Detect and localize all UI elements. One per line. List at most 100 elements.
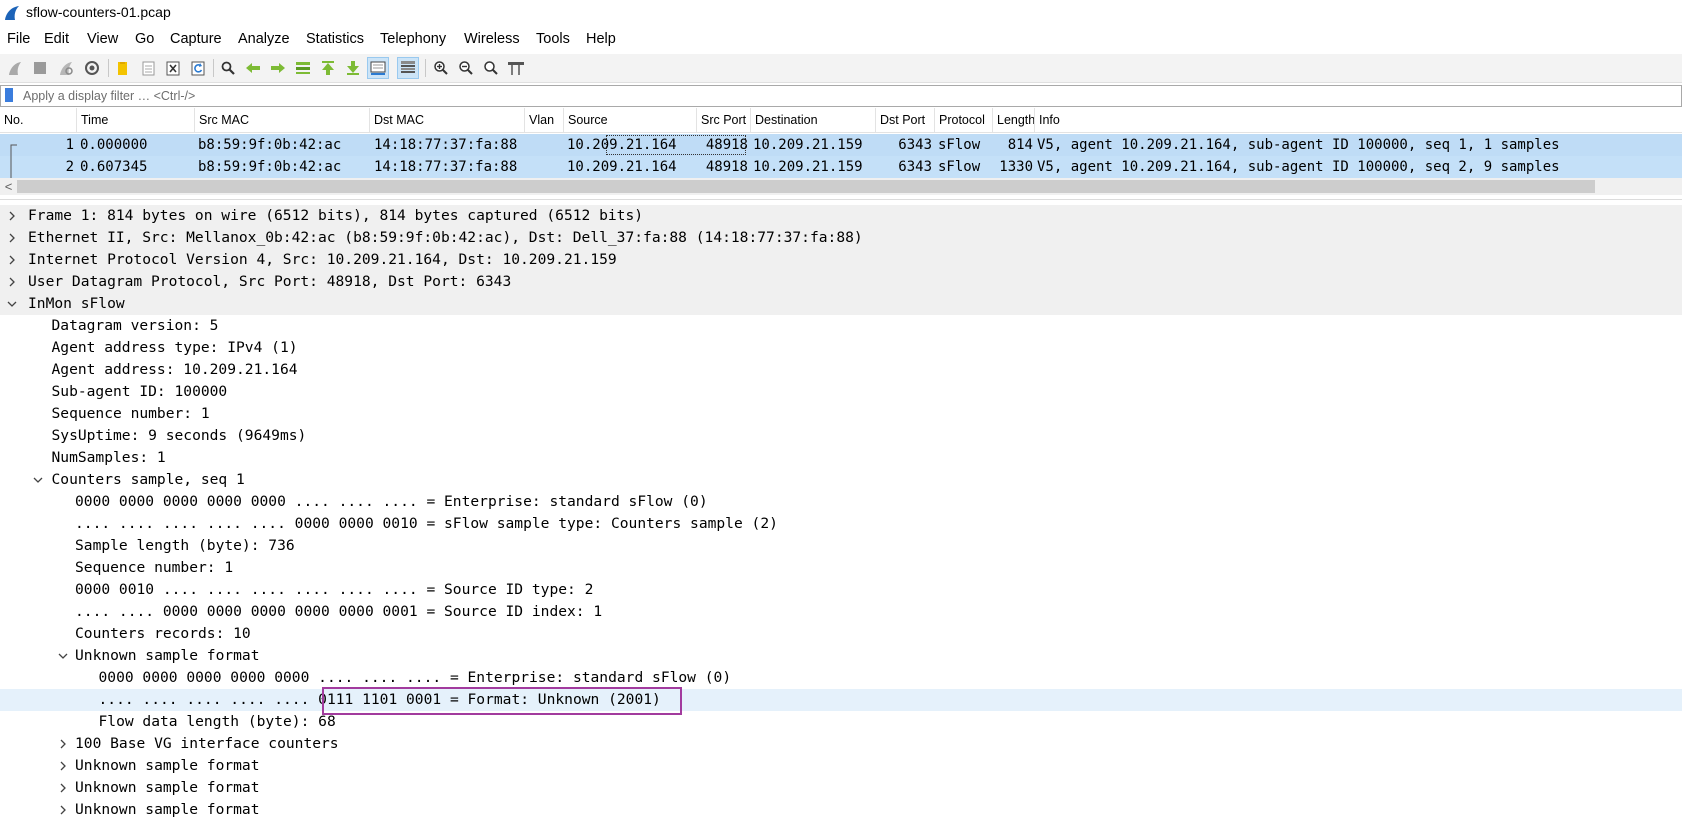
stop-icon[interactable] — [29, 57, 51, 79]
shark-start-icon[interactable] — [4, 57, 26, 79]
autoscroll-icon[interactable] — [367, 57, 389, 79]
column-header-dst-mac[interactable]: Dst MAC — [370, 108, 525, 132]
scroll-left-arrow-icon[interactable]: < — [0, 178, 17, 195]
restart-icon[interactable] — [55, 57, 77, 79]
reload-icon[interactable] — [187, 57, 209, 79]
tree-node[interactable]: Sequence number: 1 — [0, 403, 1682, 425]
chevron-right-icon[interactable] — [56, 777, 70, 799]
packet-list-header: No. Time Src MAC Dst MAC Vlan Source Src… — [0, 108, 1682, 133]
zoom-reset-icon[interactable] — [480, 57, 502, 79]
tree-node-label: Agent address type: IPv4 (1) — [51, 339, 298, 356]
tree-node[interactable]: Internet Protocol Version 4, Src: 10.209… — [0, 249, 1682, 271]
cell-protocol: sFlow — [938, 137, 981, 153]
tree-node[interactable]: Unknown sample format — [0, 755, 1682, 777]
tree-node[interactable]: Frame 1: 814 bytes on wire (6512 bits), … — [0, 205, 1682, 227]
column-header-info[interactable]: Info — [1035, 108, 1682, 132]
column-header-protocol[interactable]: Protocol — [935, 108, 993, 132]
packet-row[interactable]: 2 0.607345 b8:59:9f:0b:42:ac 14:18:77:37… — [0, 156, 1682, 178]
tree-node[interactable]: 100 Base VG interface counters — [0, 733, 1682, 755]
column-header-dst-port[interactable]: Dst Port — [876, 108, 935, 132]
menu-go[interactable]: Go — [135, 31, 154, 47]
tree-node[interactable]: Flow data length (byte): 68 — [0, 711, 1682, 733]
go-to-packet-icon[interactable] — [292, 57, 314, 79]
colorize-icon[interactable] — [397, 57, 419, 79]
tree-node[interactable]: SysUptime: 9 seconds (9649ms) — [0, 425, 1682, 447]
tree-node[interactable]: Unknown sample format — [0, 645, 1682, 667]
menu-help[interactable]: Help — [586, 31, 616, 47]
display-filter-input[interactable] — [23, 87, 1663, 104]
menu-tools[interactable]: Tools — [536, 31, 570, 47]
menu-capture[interactable]: Capture — [170, 31, 222, 47]
tree-node[interactable]: 0000 0000 0000 0000 0000 .... .... .... … — [0, 667, 1682, 689]
menu-file[interactable]: File — [7, 31, 30, 47]
tree-node[interactable]: 0000 0010 .... .... .... .... .... .... … — [0, 579, 1682, 601]
tree-node-label: Unknown sample format — [75, 801, 260, 818]
tree-node[interactable]: Agent address type: IPv4 (1) — [0, 337, 1682, 359]
packet-list-horizontal-scrollbar[interactable]: < — [0, 178, 1682, 195]
menu-wireless[interactable]: Wireless — [464, 31, 520, 47]
chevron-right-icon[interactable] — [5, 249, 19, 271]
tree-node[interactable]: .... .... .... .... .... 0000 0000 0010 … — [0, 513, 1682, 535]
pane-splitter[interactable] — [0, 199, 1682, 200]
menu-view[interactable]: View — [87, 31, 118, 47]
column-header-src-port[interactable]: Src Port — [697, 108, 751, 132]
open-folder-icon[interactable] — [112, 57, 134, 79]
chevron-down-icon[interactable] — [56, 645, 70, 667]
zoom-in-icon[interactable] — [430, 57, 452, 79]
first-packet-icon[interactable] — [317, 57, 339, 79]
tree-node-label: Counters records: 10 — [75, 625, 251, 642]
tree-node[interactable]: 0000 0000 0000 0000 0000 .... .... .... … — [0, 491, 1682, 513]
column-header-no[interactable]: No. — [0, 108, 77, 132]
tree-node[interactable]: Unknown sample format — [0, 777, 1682, 799]
chevron-right-icon[interactable] — [5, 205, 19, 227]
column-header-length[interactable]: Length — [993, 108, 1035, 132]
tree-node[interactable]: User Datagram Protocol, Src Port: 48918,… — [0, 271, 1682, 293]
scrollbar-thumb[interactable] — [17, 180, 1595, 193]
chevron-down-icon[interactable] — [5, 293, 19, 315]
packet-row[interactable]: 1 0.000000 b8:59:9f:0b:42:ac 14:18:77:37… — [0, 134, 1682, 156]
menu-telephony[interactable]: Telephony — [380, 31, 446, 47]
column-header-source[interactable]: Source — [564, 108, 697, 132]
chevron-right-icon[interactable] — [5, 227, 19, 249]
tree-node[interactable]: Ethernet II, Src: Mellanox_0b:42:ac (b8:… — [0, 227, 1682, 249]
zoom-out-icon[interactable] — [455, 57, 477, 79]
tree-node[interactable]: Sub-agent ID: 100000 — [0, 381, 1682, 403]
filter-bookmark-icon[interactable] — [5, 88, 13, 102]
tree-node[interactable]: Counters records: 10 — [0, 623, 1682, 645]
cell-info: V5, agent 10.209.21.164, sub-agent ID 10… — [1037, 159, 1560, 175]
selected-cell-focus — [606, 135, 746, 155]
close-file-icon[interactable] — [162, 57, 184, 79]
menu-statistics[interactable]: Statistics — [306, 31, 364, 47]
column-header-destination[interactable]: Destination — [751, 108, 876, 132]
cell-dst-mac: 14:18:77:37:fa:88 — [374, 137, 518, 153]
tree-node[interactable]: Unknown sample format — [0, 799, 1682, 821]
tree-node[interactable]: .... .... .... .... .... 0111 1101 0001 … — [0, 689, 1682, 711]
back-arrow-icon[interactable] — [242, 57, 264, 79]
tree-node[interactable]: NumSamples: 1 — [0, 447, 1682, 469]
menu-edit[interactable]: Edit — [44, 31, 69, 47]
save-file-icon[interactable] — [137, 57, 159, 79]
tree-node[interactable]: Agent address: 10.209.21.164 — [0, 359, 1682, 381]
forward-arrow-icon[interactable] — [267, 57, 289, 79]
menu-analyze[interactable]: Analyze — [238, 31, 290, 47]
options-gear-icon[interactable] — [81, 57, 103, 79]
chevron-right-icon[interactable] — [56, 799, 70, 821]
chevron-right-icon[interactable] — [56, 733, 70, 755]
column-header-vlan[interactable]: Vlan — [525, 108, 564, 132]
chevron-down-icon[interactable] — [31, 469, 45, 491]
tree-node[interactable]: .... .... 0000 0000 0000 0000 0000 0001 … — [0, 601, 1682, 623]
tree-node-label: Flow data length (byte): 68 — [98, 713, 336, 730]
resize-columns-icon[interactable] — [505, 57, 527, 79]
column-header-src-mac[interactable]: Src MAC — [195, 108, 370, 132]
chevron-right-icon[interactable] — [56, 755, 70, 777]
find-icon[interactable] — [217, 57, 239, 79]
tree-node[interactable]: InMon sFlow — [0, 293, 1682, 315]
last-packet-icon[interactable] — [342, 57, 364, 79]
tree-node[interactable]: Datagram version: 5 — [0, 315, 1682, 337]
cell-src-mac: b8:59:9f:0b:42:ac — [198, 137, 342, 153]
column-header-time[interactable]: Time — [77, 108, 195, 132]
tree-node[interactable]: Sample length (byte): 736 — [0, 535, 1682, 557]
tree-node[interactable]: Sequence number: 1 — [0, 557, 1682, 579]
chevron-right-icon[interactable] — [5, 271, 19, 293]
tree-node[interactable]: Counters sample, seq 1 — [0, 469, 1682, 491]
